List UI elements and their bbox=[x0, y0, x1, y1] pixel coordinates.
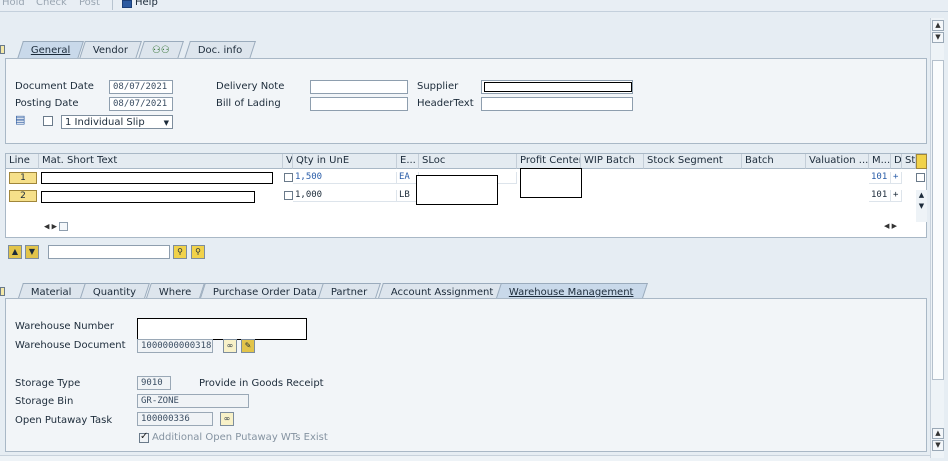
application-toolbar: Hold Check Post Help bbox=[0, 0, 948, 12]
help-icon bbox=[122, 0, 132, 8]
bottom-horizontal-scrollbar[interactable] bbox=[0, 455, 930, 461]
tab-contact-person[interactable]: ⚇⚇ bbox=[138, 41, 184, 59]
bill-of-lading-field[interactable] bbox=[310, 97, 408, 111]
filter-icon[interactable]: ▼ bbox=[25, 245, 39, 259]
column-config-icon[interactable] bbox=[916, 154, 927, 169]
scroll-up-icon[interactable]: ▲ bbox=[932, 20, 944, 31]
supplier-redacted bbox=[484, 82, 632, 92]
storage-bin-field[interactable]: GR-ZONE bbox=[137, 394, 249, 408]
tab-doc-info[interactable]: Doc. info bbox=[184, 41, 257, 59]
glasses-icon[interactable]: ∞ bbox=[223, 339, 237, 353]
col-d[interactable]: D bbox=[891, 154, 902, 169]
hold-button[interactable]: Hold bbox=[2, 0, 25, 8]
scroll-thumb[interactable] bbox=[59, 222, 69, 231]
item-grid: Line Mat. Short Text V Qty in UnE E... S… bbox=[5, 153, 927, 238]
col-batch[interactable]: Batch bbox=[742, 154, 806, 169]
row-selector[interactable]: 2 bbox=[9, 190, 37, 202]
header-tabstrip: General Vendor ⚇⚇ Doc. info bbox=[17, 41, 320, 59]
scroll-up-icon[interactable]: ▲ bbox=[932, 428, 944, 439]
header-text-label: HeaderText bbox=[417, 98, 474, 109]
chevron-down-icon: ▼ bbox=[163, 119, 169, 127]
posting-date-field[interactable]: 08/07/2021 bbox=[109, 97, 173, 111]
glasses-icon[interactable]: ∞ bbox=[220, 412, 234, 426]
col-line[interactable]: Line bbox=[6, 154, 39, 169]
col-unit[interactable]: E... bbox=[397, 154, 419, 169]
grid-vertical-scrollbar[interactable]: ▲ ▼ bbox=[916, 190, 927, 222]
header-panel: Document Date 08/07/2021 Posting Date 08… bbox=[5, 58, 927, 144]
toolbar-separator bbox=[112, 0, 113, 10]
v-checkbox[interactable] bbox=[284, 191, 293, 200]
main-vertical-scrollbar[interactable]: ▲ ▼ ▲ ▼ bbox=[930, 18, 944, 458]
additional-putaway-checkbox[interactable] bbox=[139, 431, 149, 443]
col-valuation[interactable]: Valuation ... bbox=[806, 154, 869, 169]
help-button[interactable]: Help bbox=[135, 0, 158, 8]
tab-vendor[interactable]: Vendor bbox=[79, 41, 143, 59]
warehouse-number-field[interactable] bbox=[137, 318, 307, 340]
document-date-label: Document Date bbox=[15, 81, 94, 92]
storage-type-field[interactable]: 9010 bbox=[137, 376, 171, 390]
document-date-field[interactable]: 08/07/2021 bbox=[109, 80, 173, 94]
storage-bin-label: Storage Bin bbox=[15, 396, 74, 407]
people-icon: ⚇⚇ bbox=[151, 45, 170, 56]
print-checkbox[interactable] bbox=[43, 116, 53, 126]
mat-short-text-cell[interactable] bbox=[41, 191, 255, 203]
sloc-redacted bbox=[416, 175, 498, 205]
delivery-note-label: Delivery Note bbox=[216, 81, 285, 92]
qty-cell[interactable]: 1,000 bbox=[293, 190, 397, 202]
warehouse-document-field[interactable]: 1000000000318 bbox=[137, 339, 213, 353]
additional-putaway-label: Additional Open Putaway WTs Exist bbox=[152, 432, 328, 443]
status-checkbox[interactable] bbox=[916, 173, 925, 182]
find-icon[interactable]: ⚲ bbox=[173, 245, 187, 259]
col-mat-short-text[interactable]: Mat. Short Text bbox=[39, 154, 283, 169]
collapse-header-icon[interactable] bbox=[0, 45, 5, 54]
supplier-label: Supplier bbox=[417, 81, 459, 92]
delivery-note-field[interactable] bbox=[310, 80, 408, 94]
col-v[interactable]: V bbox=[283, 154, 293, 169]
posting-date-label: Posting Date bbox=[15, 98, 79, 109]
warehouse-panel: Warehouse Number Warehouse Document 1000… bbox=[5, 298, 927, 452]
grid-search-input[interactable] bbox=[48, 245, 170, 259]
col-st[interactable]: St bbox=[902, 154, 916, 169]
col-movement[interactable]: M... bbox=[869, 154, 891, 169]
post-button[interactable]: Post bbox=[79, 0, 100, 8]
movement-cell: 101 bbox=[869, 190, 891, 202]
sort-ascending-icon[interactable]: ▲ bbox=[8, 245, 22, 259]
v-checkbox[interactable] bbox=[284, 173, 293, 182]
mat-short-text-cell[interactable] bbox=[41, 172, 273, 184]
check-button[interactable]: Check bbox=[36, 0, 67, 8]
edit-icon[interactable]: ✎ bbox=[241, 339, 255, 353]
col-wip-batch[interactable]: WIP Batch bbox=[581, 154, 644, 169]
col-profit-center[interactable]: Profit Center bbox=[517, 154, 581, 169]
grid-right-scroll[interactable]: ◀ ▶ bbox=[884, 222, 914, 234]
movement-cell: 101 bbox=[869, 172, 891, 184]
debit-cell: + bbox=[891, 190, 902, 202]
collapse-detail-icon[interactable] bbox=[0, 287, 5, 296]
putaway-task-field[interactable]: 100000336 bbox=[137, 412, 213, 426]
supplier-field[interactable] bbox=[481, 80, 633, 94]
printer-icon[interactable]: ▤ bbox=[15, 113, 25, 126]
col-sloc[interactable]: SLoc bbox=[419, 154, 517, 169]
storage-type-label: Storage Type bbox=[15, 378, 81, 389]
slip-option-select[interactable]: 1 Individual Slip ▼ bbox=[61, 115, 173, 129]
qty-cell[interactable]: 1,500 bbox=[293, 172, 397, 184]
col-stock-segment[interactable]: Stock Segment bbox=[644, 154, 742, 169]
grid-horizontal-scroll[interactable]: ◀ ▶ bbox=[44, 222, 96, 234]
profit-center-redacted bbox=[520, 168, 582, 198]
find-next-icon[interactable]: ⚲ bbox=[191, 245, 205, 259]
header-text-field[interactable] bbox=[481, 97, 633, 111]
warehouse-document-label: Warehouse Document bbox=[15, 340, 126, 351]
scroll-down-icon[interactable]: ▼ bbox=[932, 32, 944, 43]
col-qty[interactable]: Qty in UnE bbox=[293, 154, 397, 169]
warehouse-number-label: Warehouse Number bbox=[15, 321, 114, 332]
scroll-down-icon[interactable]: ▼ bbox=[932, 440, 944, 451]
row-selector[interactable]: 1 bbox=[9, 172, 37, 184]
scroll-thumb[interactable] bbox=[932, 60, 944, 380]
bill-of-lading-label: Bill of Lading bbox=[216, 98, 281, 109]
storage-type-description: Provide in Goods Receipt bbox=[199, 378, 324, 389]
debit-cell: + bbox=[891, 172, 902, 184]
putaway-task-label: Open Putaway Task bbox=[15, 415, 113, 426]
tab-general[interactable]: General bbox=[17, 41, 85, 59]
